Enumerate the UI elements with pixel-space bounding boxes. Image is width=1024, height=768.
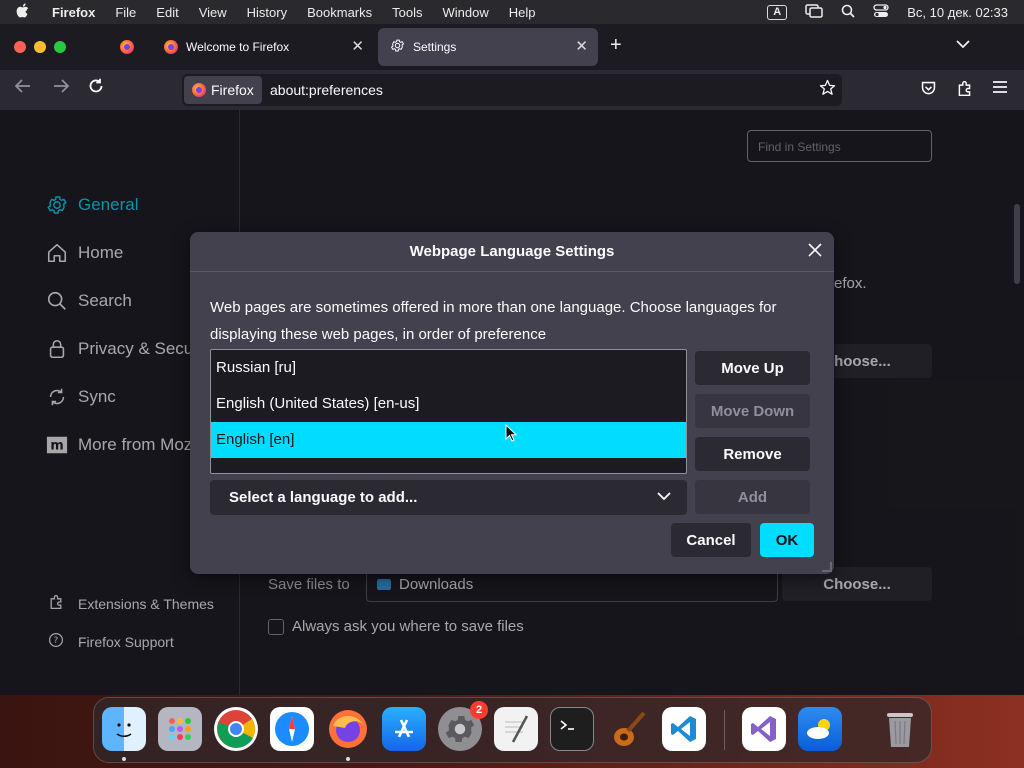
- menu-history[interactable]: History: [237, 5, 297, 20]
- menu-clock[interactable]: Вс, 10 дек. 02:33: [907, 5, 1008, 20]
- tab-welcome[interactable]: Welcome to Firefox ✕: [152, 28, 374, 66]
- weather-icon[interactable]: [798, 707, 842, 751]
- macos-dock: 2: [93, 697, 932, 763]
- chevron-down-icon: [657, 488, 671, 505]
- dialog-title: Webpage Language Settings: [190, 232, 834, 272]
- add-language-button[interactable]: Add: [695, 480, 810, 514]
- firefox-dock-icon[interactable]: [326, 707, 370, 751]
- terminal-icon[interactable]: [550, 707, 594, 751]
- gear-icon: [390, 38, 405, 56]
- hamburger-menu-icon[interactable]: [992, 80, 1008, 99]
- webpage-language-dialog: Webpage Language Settings Web pages are …: [190, 232, 834, 574]
- cancel-button[interactable]: Cancel: [671, 523, 751, 557]
- tab-bar: Welcome to Firefox ✕ Settings ✕ +: [0, 24, 1024, 70]
- identity-box[interactable]: Firefox: [184, 76, 262, 104]
- menu-view[interactable]: View: [189, 5, 237, 20]
- resize-grip-icon[interactable]: [822, 562, 832, 572]
- language-list[interactable]: Russian [ru] English (United States) [en…: [210, 349, 687, 474]
- list-item[interactable]: Russian [ru]: [211, 350, 686, 386]
- system-settings-icon[interactable]: 2: [438, 701, 488, 751]
- chrome-icon[interactable]: [214, 707, 258, 751]
- extensions-puzzle-icon[interactable]: [956, 80, 973, 102]
- launchpad-icon[interactable]: [158, 707, 202, 751]
- visual-studio-icon[interactable]: [742, 707, 786, 751]
- list-item-selected[interactable]: English [en]: [211, 422, 686, 458]
- tab-title: Welcome to Firefox: [186, 40, 290, 54]
- reload-icon[interactable]: [88, 78, 104, 99]
- forward-arrow-icon[interactable]: [52, 78, 70, 99]
- firefox-logo-icon: [192, 83, 206, 97]
- notification-badge: 2: [470, 701, 488, 719]
- menu-bookmarks[interactable]: Bookmarks: [297, 5, 382, 20]
- pocket-icon[interactable]: [920, 80, 937, 102]
- language-select-value: Select a language to add...: [229, 489, 418, 506]
- list-all-tabs-chevron-icon[interactable]: [956, 36, 970, 54]
- tab-title: Settings: [413, 40, 457, 54]
- minimize-window-button[interactable]: [34, 41, 46, 53]
- pinned-firefox-tab[interactable]: [110, 28, 144, 66]
- window-controls: [14, 41, 66, 53]
- firefox-logo-icon: [164, 40, 178, 54]
- menu-tools[interactable]: Tools: [382, 5, 432, 20]
- control-center-icon[interactable]: [873, 3, 889, 21]
- finder-icon[interactable]: [102, 707, 146, 751]
- tab-settings[interactable]: Settings ✕: [378, 28, 598, 66]
- dialog-description: Web pages are sometimes offered in more …: [210, 299, 777, 343]
- input-source-indicator[interactable]: A: [767, 4, 788, 20]
- list-item[interactable]: English (United States) [en-us]: [211, 386, 686, 422]
- language-select-dropdown[interactable]: Select a language to add...: [210, 480, 687, 515]
- back-arrow-icon[interactable]: [14, 78, 32, 99]
- screen-mirroring-icon[interactable]: [805, 3, 824, 21]
- dock-separator: [724, 710, 725, 750]
- spotlight-search-icon[interactable]: [841, 4, 855, 21]
- safari-icon[interactable]: [270, 707, 314, 751]
- close-tab-icon[interactable]: ✕: [351, 37, 364, 55]
- move-down-button[interactable]: Move Down: [695, 394, 810, 428]
- trash-icon[interactable]: [878, 707, 922, 751]
- move-up-button[interactable]: Move Up: [695, 351, 810, 385]
- running-indicator: [122, 757, 126, 761]
- navigation-toolbar: Firefox about:preferences: [0, 70, 1024, 110]
- garageband-icon[interactable]: [606, 707, 650, 751]
- new-tab-plus-icon[interactable]: +: [610, 34, 622, 57]
- menu-app-name[interactable]: Firefox: [44, 5, 105, 20]
- app-store-icon[interactable]: [382, 707, 426, 751]
- zoom-window-button[interactable]: [54, 41, 66, 53]
- bookmark-star-icon[interactable]: [819, 79, 836, 101]
- remove-button[interactable]: Remove: [695, 437, 810, 471]
- close-tab-icon[interactable]: ✕: [575, 37, 588, 55]
- menu-help[interactable]: Help: [499, 5, 546, 20]
- mouse-pointer-icon: [505, 423, 518, 447]
- identity-label: Firefox: [211, 82, 254, 98]
- running-indicator: [346, 757, 350, 761]
- ok-button[interactable]: OK: [760, 523, 814, 557]
- vscode-icon[interactable]: [662, 707, 706, 751]
- apple-menu-icon[interactable]: [0, 2, 44, 22]
- textedit-icon[interactable]: [494, 707, 538, 751]
- url-text[interactable]: about:preferences: [270, 82, 383, 98]
- firefox-logo-icon: [120, 40, 134, 54]
- dialog-close-icon[interactable]: [808, 240, 822, 263]
- menu-edit[interactable]: Edit: [146, 5, 188, 20]
- macos-menu-bar: Firefox File Edit View History Bookmarks…: [0, 0, 1024, 24]
- menu-file[interactable]: File: [105, 5, 146, 20]
- menu-window[interactable]: Window: [433, 5, 499, 20]
- close-window-button[interactable]: [14, 41, 26, 53]
- url-bar[interactable]: Firefox about:preferences: [182, 74, 842, 106]
